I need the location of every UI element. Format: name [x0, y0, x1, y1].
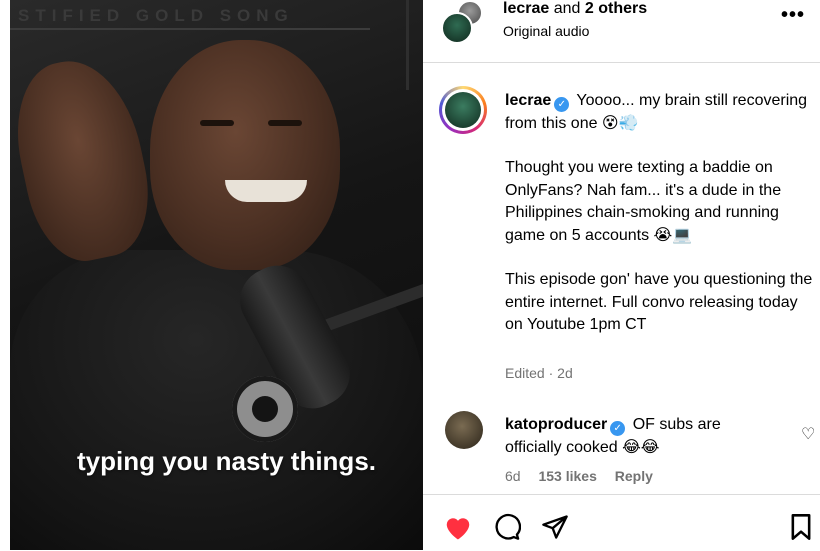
heart-filled-icon[interactable]: [443, 513, 473, 546]
comment-likes[interactable]: 153 likes: [538, 468, 596, 484]
header-title[interactable]: lecrae and 2 others: [503, 0, 647, 18]
verified-icon: ✓: [610, 421, 626, 436]
caption-paragraph-2: Thought you were texting a baddie on Onl…: [505, 159, 782, 244]
post-time[interactable]: 2d: [557, 365, 573, 381]
comment-like-icon[interactable]: ♡: [801, 424, 815, 444]
send-icon[interactable]: [541, 513, 569, 546]
author-avatar[interactable]: [439, 86, 487, 134]
commenter-avatar[interactable]: [445, 411, 483, 449]
edited-label: Edited: [505, 365, 545, 381]
avatar-image: [445, 92, 481, 128]
wall-frame: [10, 28, 370, 30]
wall-frame-edge: [406, 0, 409, 90]
person-smile: [225, 180, 307, 202]
video-player[interactable]: STIFIED GOLD SONG typing you nasty thing…: [10, 0, 423, 550]
caption-text: lecrae ✓ Yoooo... my brain still recoveri…: [505, 90, 813, 337]
post-panel: lecrae and 2 others Original audio ••• l…: [423, 0, 820, 550]
background-wall-text: STIFIED GOLD SONG: [18, 6, 294, 25]
hoodie-logo: [232, 376, 298, 442]
person-hand: [10, 49, 162, 271]
post-header: lecrae and 2 others Original audio •••: [423, 0, 820, 63]
person-hoodie: [10, 250, 423, 550]
header-others[interactable]: 2 others: [585, 0, 647, 17]
caption-username[interactable]: lecrae: [505, 92, 551, 109]
comment-username[interactable]: katoproducer: [505, 416, 607, 433]
caption-paragraph-3: This episode gon' have you questioning t…: [505, 271, 813, 333]
collab-avatars[interactable]: [441, 0, 485, 44]
bookmark-icon[interactable]: [789, 513, 813, 546]
comment-icon[interactable]: [493, 513, 522, 546]
person-head: [150, 40, 340, 270]
header-username[interactable]: lecrae: [503, 0, 549, 17]
caption-meta: Edited · 2d: [505, 365, 573, 381]
comment-meta: 6d 153 likes Reply: [505, 468, 667, 484]
left-margin: [0, 0, 10, 550]
ellipsis-icon[interactable]: •••: [781, 4, 805, 27]
audio-link[interactable]: Original audio: [503, 23, 589, 39]
header-connector: and: [553, 0, 581, 17]
person-eye-left: [200, 120, 234, 126]
reply-button[interactable]: Reply: [615, 468, 653, 484]
comment-time[interactable]: 6d: [505, 468, 521, 484]
verified-icon: ✓: [554, 97, 570, 112]
collab-avatar-1[interactable]: [441, 12, 473, 44]
action-bar: [423, 494, 820, 551]
person-eye-right: [268, 120, 302, 126]
meta-separator: ·: [548, 365, 554, 381]
comment-text: katoproducer ✓ OF subs are officially coo…: [505, 414, 775, 459]
video-caption: typing you nasty things.: [76, 446, 376, 476]
